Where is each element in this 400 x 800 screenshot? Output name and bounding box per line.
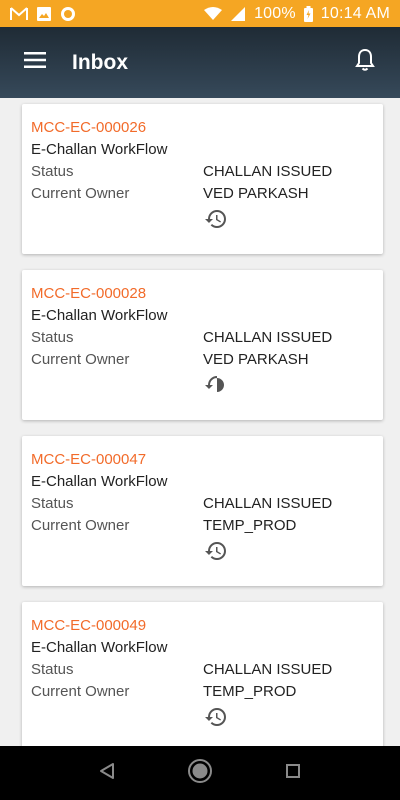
status-label: Status [31, 661, 74, 678]
challan-id[interactable]: MCC-EC-000028 [31, 283, 374, 305]
battery-icon [303, 5, 313, 22]
history-button[interactable] [203, 208, 229, 234]
owner-label: Current Owner [31, 185, 130, 202]
workflow-name: E-Challan WorkFlow [31, 639, 168, 656]
history-button[interactable] [203, 706, 229, 732]
status-value: CHALLAN ISSUED [203, 163, 333, 180]
back-button[interactable] [87, 753, 127, 793]
status-bar: 100% 10:14 AM [0, 0, 400, 27]
history-icon [204, 705, 228, 734]
challan-id[interactable]: MCC-EC-000047 [31, 449, 374, 471]
signal-icon [230, 6, 246, 22]
system-nav-bar [0, 746, 400, 800]
status-row: Status CHALLAN ISSUED [31, 161, 374, 183]
menu-button[interactable] [20, 48, 50, 78]
clock: 10:14 AM [320, 4, 390, 22]
inbox-card[interactable]: MCC-EC-000047 E-Challan WorkFlow Status … [22, 436, 383, 586]
wifi-icon [204, 6, 223, 21]
history-icon [204, 373, 228, 402]
status-bar-right: 100% 10:14 AM [204, 5, 390, 23]
status-value: CHALLAN ISSUED [203, 329, 333, 346]
status-value: CHALLAN ISSUED [203, 661, 333, 678]
recents-icon [285, 763, 301, 784]
status-bar-left [10, 6, 76, 22]
status-row: Status CHALLAN ISSUED [31, 659, 374, 681]
owner-label: Current Owner [31, 351, 130, 368]
inbox-card[interactable]: MCC-EC-000028 E-Challan WorkFlow Status … [22, 270, 383, 420]
challan-id[interactable]: MCC-EC-000049 [31, 615, 374, 637]
gmail-icon [10, 6, 28, 21]
home-button[interactable] [180, 753, 220, 793]
owner-value: TEMP_PROD [203, 517, 297, 534]
circle-icon [60, 6, 76, 22]
history-icon [204, 207, 228, 236]
status-row: Status CHALLAN ISSUED [31, 493, 374, 515]
workflow-name: E-Challan WorkFlow [31, 141, 168, 158]
battery-percent: 100% [254, 4, 296, 22]
owner-value: TEMP_PROD [203, 683, 297, 700]
inbox-card[interactable]: MCC-EC-000026 E-Challan WorkFlow Status … [22, 104, 383, 254]
owner-label: Current Owner [31, 517, 130, 534]
inbox-list: MCC-EC-000026 E-Challan WorkFlow Status … [0, 98, 400, 746]
owner-label: Current Owner [31, 683, 130, 700]
status-row: Status CHALLAN ISSUED [31, 327, 374, 349]
app-bar: Inbox [0, 27, 400, 98]
status-label: Status [31, 329, 74, 346]
notifications-button[interactable] [350, 48, 380, 78]
status-label: Status [31, 495, 74, 512]
menu-icon [24, 52, 46, 73]
recents-button[interactable] [273, 753, 313, 793]
workflow-name: E-Challan WorkFlow [31, 473, 168, 490]
owner-row: Current Owner VED PARKASH [31, 349, 374, 371]
owner-value: VED PARKASH [203, 185, 309, 202]
challan-id[interactable]: MCC-EC-000026 [31, 117, 374, 139]
history-button[interactable] [203, 374, 229, 400]
owner-row: Current Owner TEMP_PROD [31, 515, 374, 537]
home-icon [187, 758, 213, 789]
status-value: CHALLAN ISSUED [203, 495, 333, 512]
history-icon [204, 539, 228, 568]
image-icon [36, 6, 52, 22]
owner-row: Current Owner VED PARKASH [31, 183, 374, 205]
status-label: Status [31, 163, 74, 180]
bell-icon [355, 48, 375, 77]
history-button[interactable] [203, 540, 229, 566]
inbox-card[interactable]: MCC-EC-000049 E-Challan WorkFlow Status … [22, 602, 383, 746]
workflow-name: E-Challan WorkFlow [31, 307, 168, 324]
back-icon [98, 762, 116, 785]
owner-row: Current Owner TEMP_PROD [31, 681, 374, 703]
page-title: Inbox [72, 50, 128, 74]
owner-value: VED PARKASH [203, 351, 309, 368]
